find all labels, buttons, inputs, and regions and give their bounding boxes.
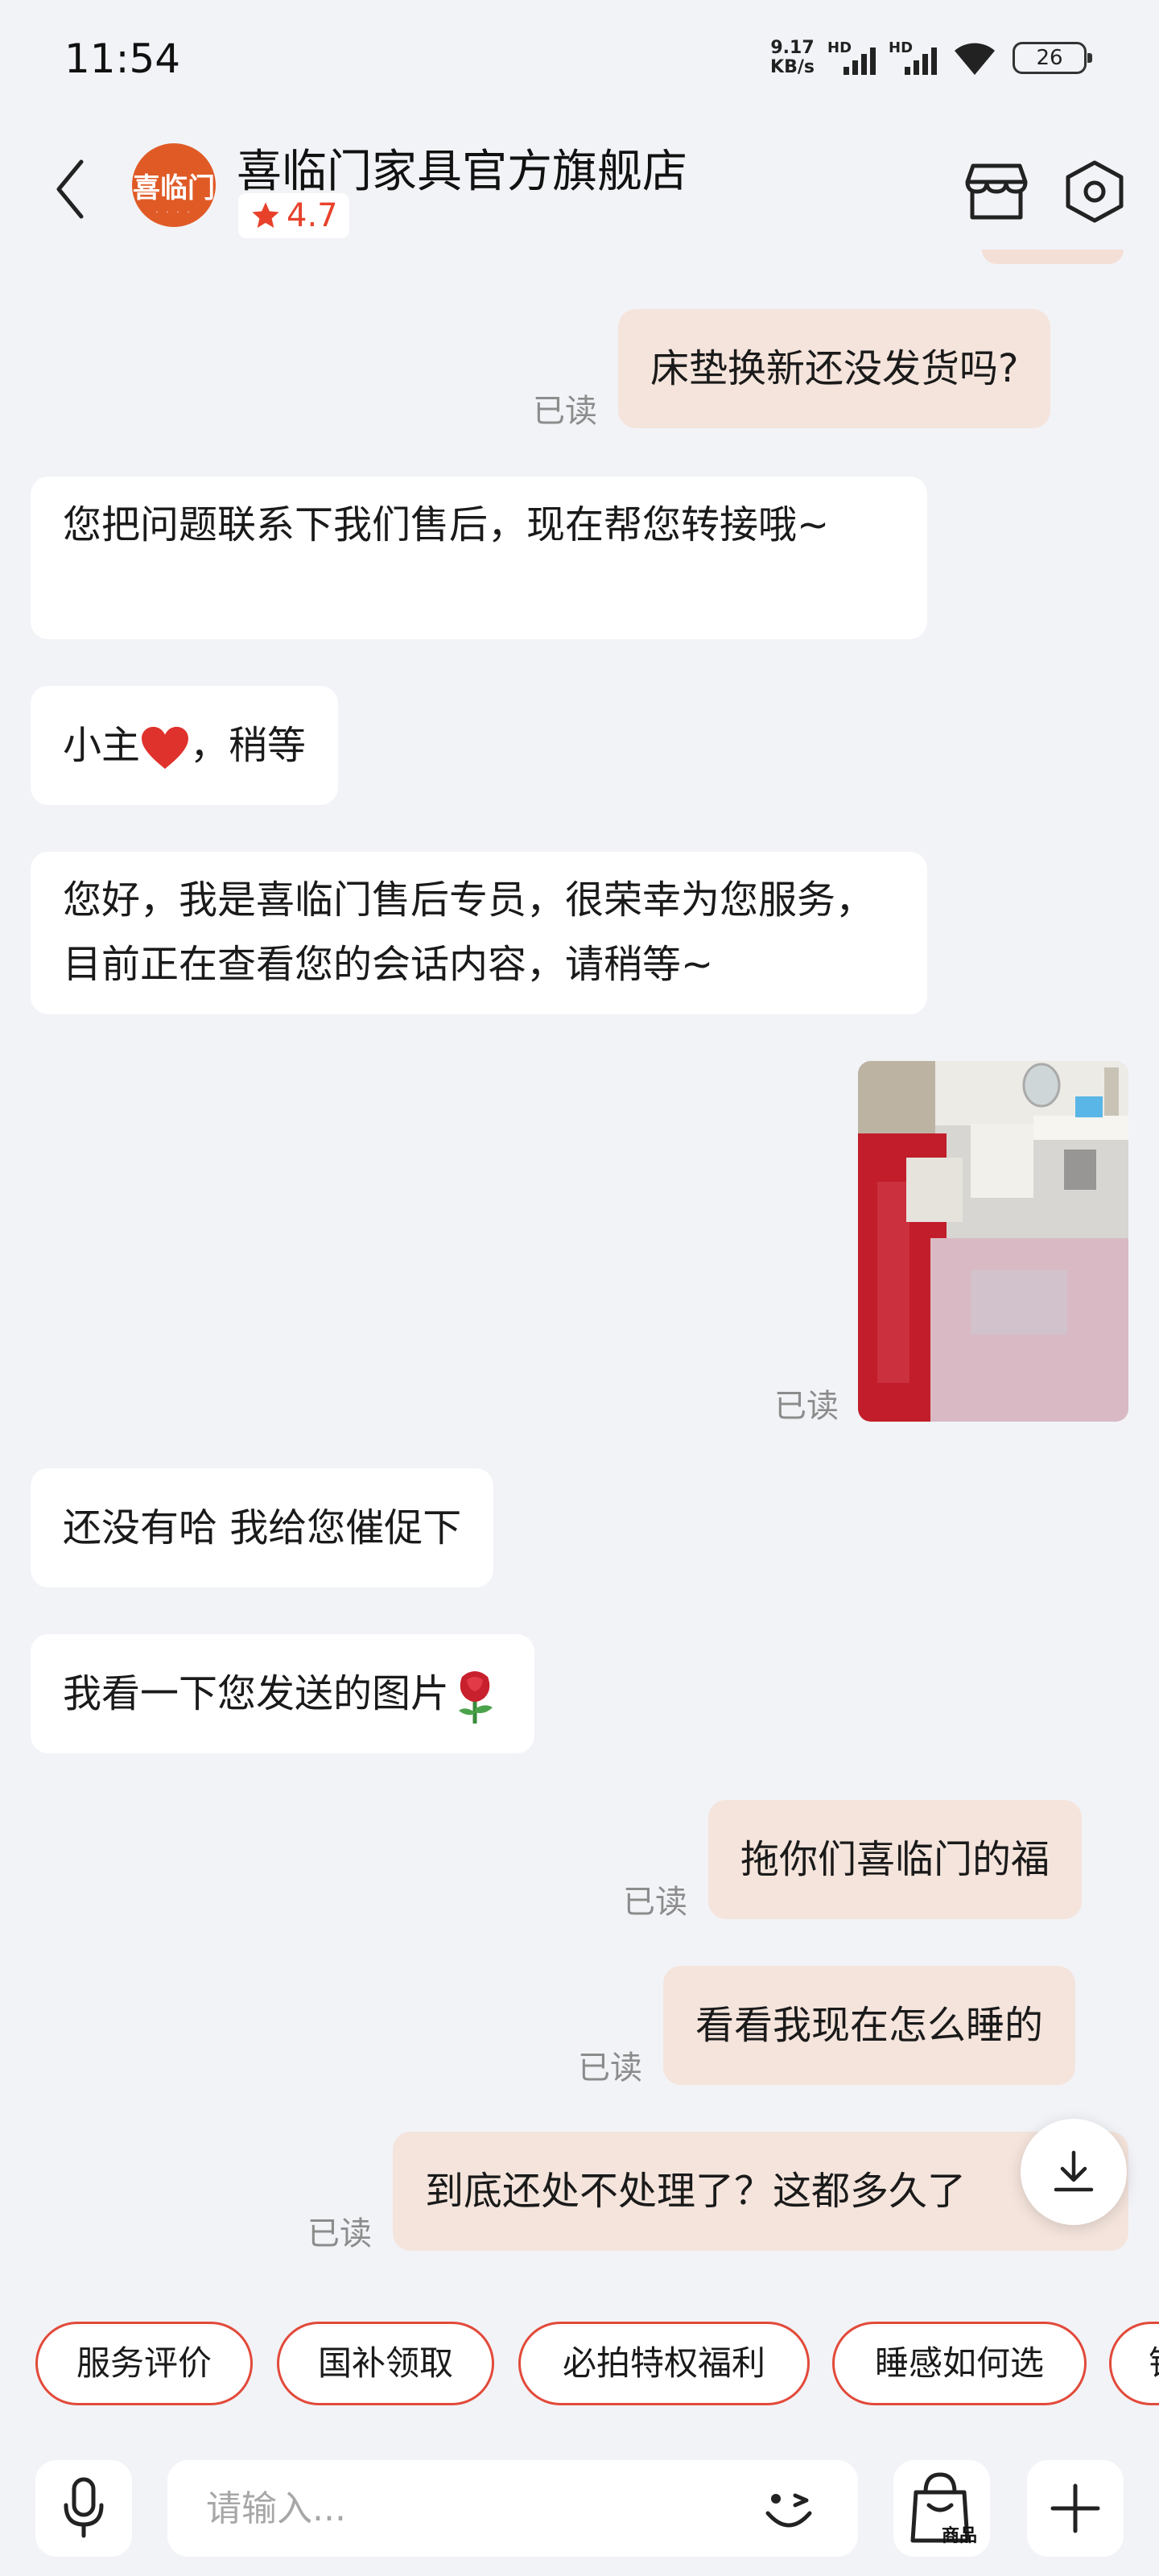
back-icon (56, 159, 84, 219)
more-actions-button[interactable] (1027, 2460, 1124, 2557)
quick-reply-chip[interactable]: 国补领取 (277, 2322, 494, 2405)
store-name[interactable]: 喜临门家具官方旗舰店 (237, 135, 687, 200)
settings-button[interactable] (1061, 158, 1128, 225)
settings-icon (1066, 160, 1124, 223)
scroll-to-bottom-button[interactable] (1021, 2119, 1127, 2225)
message-bubble-incoming[interactable]: 小主 ，稍等 (31, 686, 339, 805)
battery-level: 26 (1036, 46, 1063, 70)
wifi-icon (955, 43, 995, 75)
net-speed: 9.17 KB/s (770, 39, 815, 77)
signal-1-icon: HD (827, 39, 876, 76)
quick-reply-chip[interactable]: 销 (1109, 2322, 1159, 2405)
back-button[interactable] (42, 153, 98, 225)
quick-reply-chip[interactable]: 服务评价 (35, 2322, 253, 2405)
heart-emoji-icon (142, 726, 188, 770)
net-speed-value: 9.17 (770, 38, 815, 58)
message-text: ，稍等 (190, 723, 307, 768)
download-arrow-icon (1054, 2150, 1094, 2192)
message-list[interactable]: 已读 床垫换新还没发货吗? 您把问题联系下我们售后，现在帮您转接哦~ 小主 ，稍等… (0, 250, 1159, 2294)
status-bar: 11:54 9.17 KB/s HD HD 26 (0, 0, 1159, 129)
shop-button[interactable] (963, 158, 1030, 225)
input-bar: 商品 (0, 2434, 1159, 2576)
status-time: 11:54 (64, 35, 181, 82)
goods-button[interactable]: 商品 (893, 2460, 990, 2557)
message-bubble-incoming[interactable]: 还没有哈 我给您催促下 (31, 1468, 494, 1587)
message-bubble-outgoing[interactable]: 看看我现在怎么睡的 (663, 1966, 1076, 2085)
quick-reply-chip[interactable]: 睡感如何选 (832, 2322, 1087, 2405)
quick-reply-bar[interactable]: 服务评价 国补领取 必拍特权福利 睡感如何选 销 (0, 2318, 1159, 2415)
net-speed-unit: KB/s (770, 57, 815, 77)
star-icon (252, 202, 279, 228)
store-avatar[interactable]: 喜临门 · · · · (132, 143, 216, 227)
read-receipt: 已读 (774, 1388, 839, 1425)
read-receipt: 已读 (623, 1884, 687, 1921)
goods-label: 商品 (941, 2526, 977, 2546)
emoji-button[interactable] (757, 2476, 821, 2541)
message-bubble-outgoing[interactable]: 床垫换新还没发货吗? (618, 309, 1051, 428)
signal-2-icon: HD (889, 39, 937, 76)
bedroom-photo (858, 1061, 1128, 1422)
read-receipt: 已读 (533, 393, 597, 430)
message-bubble-outgoing[interactable]: 到底还处不处理了？这都多久了 (393, 2132, 1128, 2251)
rating-value: 4.7 (287, 197, 338, 234)
read-receipt: 已读 (307, 2215, 372, 2252)
message-text: 我看一下您发送的图片 (63, 1671, 450, 1716)
message-bubble-incoming[interactable]: 我看一下您发送的图片 (31, 1634, 535, 1753)
message-bubble-incoming[interactable]: 您把问题联系下我们售后，现在帮您转接哦~ (31, 477, 927, 639)
chat-header: 喜临门 · · · · 喜临门家具官方旗舰店 4.7 (0, 129, 1159, 250)
message-input[interactable] (167, 2460, 858, 2557)
rose-emoji-icon (459, 1671, 493, 1724)
store-logo-text: 喜临门 (133, 172, 215, 204)
message-text: 小主 (63, 723, 141, 768)
quick-reply-chip[interactable]: 必拍特权福利 (518, 2322, 810, 2405)
message-bubble-incoming[interactable]: 您好，我是喜临门售后专员，很荣幸为您服务，目前正在查看您的会话内容，请稍等~ (31, 852, 927, 1014)
store-rating: 4.7 (238, 193, 349, 238)
microphone-icon (64, 2477, 104, 2538)
plus-icon (1050, 2483, 1100, 2533)
message-bubble-outgoing[interactable]: 拖你们喜临门的福 (708, 1800, 1083, 1919)
wink-emoji-icon (765, 2493, 812, 2528)
shop-icon (965, 163, 1028, 220)
message-image[interactable] (858, 1061, 1128, 1422)
previous-message-edge (982, 250, 1124, 264)
battery-icon: 26 (1013, 42, 1092, 74)
chat-screen: 11:54 9.17 KB/s HD HD 26 喜临门 · · · · 喜临门… (0, 0, 1159, 2576)
read-receipt: 已读 (578, 2050, 642, 2087)
voice-input-button[interactable] (35, 2460, 132, 2557)
status-indicators: 9.17 KB/s HD HD 26 (770, 39, 1092, 77)
